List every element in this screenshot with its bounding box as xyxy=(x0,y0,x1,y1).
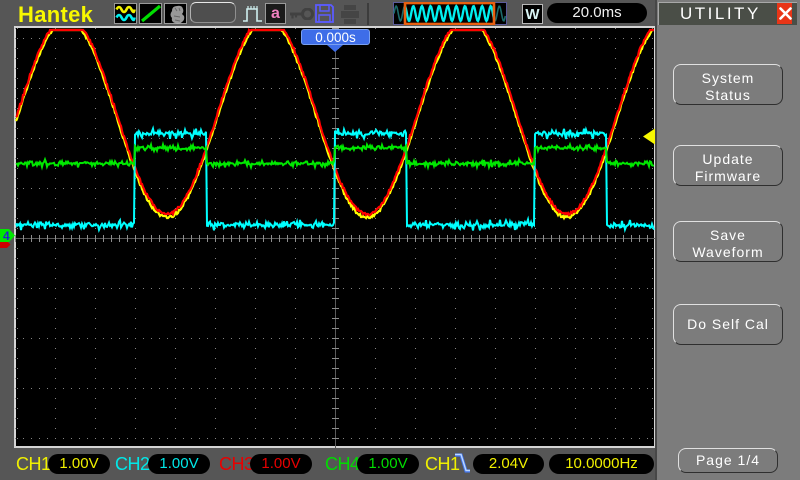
svg-text:4: 4 xyxy=(3,229,10,243)
